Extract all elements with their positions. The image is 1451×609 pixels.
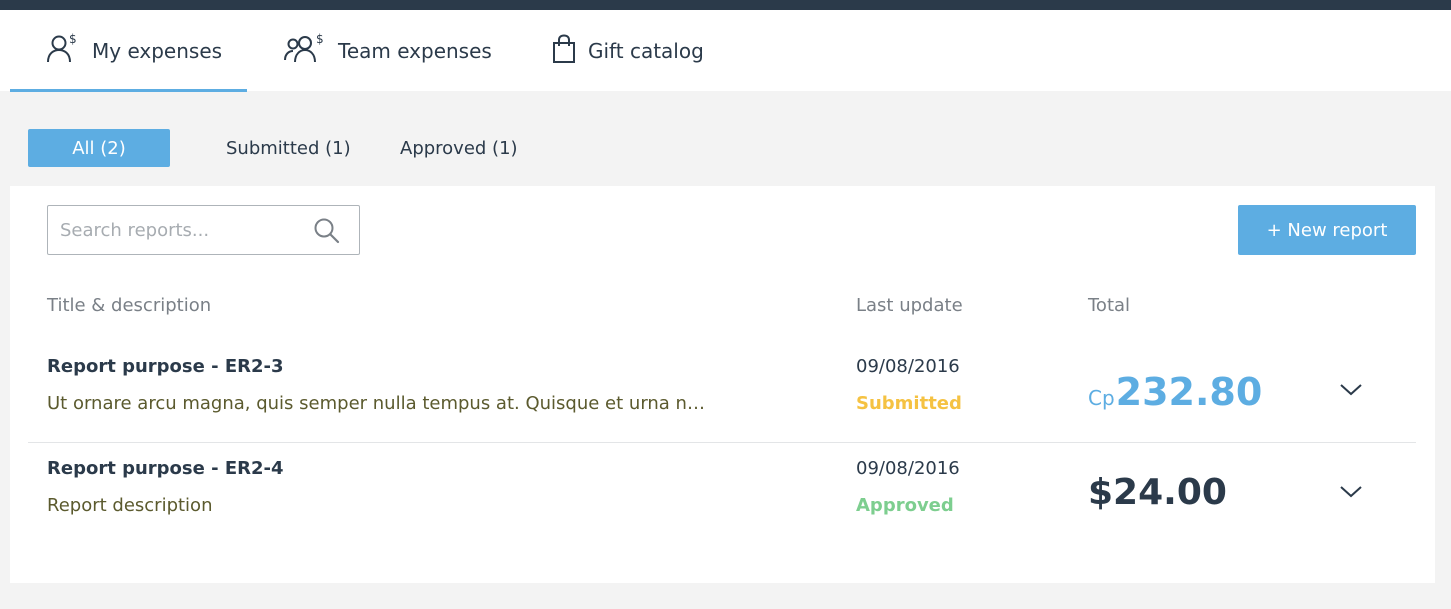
- shopping-bag-icon: [552, 33, 588, 69]
- tab-gift-catalog[interactable]: Gift catalog: [552, 10, 704, 92]
- chevron-down-icon[interactable]: [1339, 484, 1363, 503]
- report-total: $24.00: [1088, 472, 1227, 513]
- report-title: Report purpose - ER2-3: [47, 356, 284, 377]
- tab-team-expenses[interactable]: $ Team expenses: [284, 10, 492, 92]
- status-badge: Approved: [856, 495, 954, 516]
- svg-text:$: $: [69, 33, 77, 46]
- tab-label: My expenses: [92, 39, 223, 63]
- report-row[interactable]: Report purpose - ER2-3 Ut ornare arcu ma…: [28, 342, 1416, 443]
- report-date: 09/08/2016: [856, 458, 960, 479]
- status-filters: All (2) Submitted (1) Approved (1): [0, 129, 1451, 167]
- main-tabs: $ My expenses $ Team expenses Gift catal…: [0, 10, 1451, 92]
- status-badge: Submitted: [856, 393, 962, 414]
- tab-my-expenses[interactable]: $ My expenses: [10, 10, 247, 92]
- report-title: Report purpose - ER2-4: [47, 458, 284, 479]
- search-icon[interactable]: [313, 217, 341, 249]
- column-header-last-update: Last update: [856, 295, 963, 316]
- currency-symbol: Cp: [1088, 386, 1115, 410]
- report-date: 09/08/2016: [856, 356, 960, 377]
- report-row[interactable]: Report purpose - ER2-4 Report descriptio…: [28, 444, 1416, 545]
- search-box: [47, 205, 360, 255]
- new-report-button[interactable]: + New report: [1238, 205, 1416, 255]
- user-dollar-icon: $: [46, 32, 92, 70]
- report-total: Cp 232.80: [1088, 370, 1262, 414]
- total-amount: $24.00: [1088, 472, 1227, 513]
- top-bar: [0, 0, 1451, 10]
- users-dollar-icon: $: [284, 32, 338, 70]
- search-input[interactable]: [60, 206, 310, 254]
- tab-label: Team expenses: [338, 39, 492, 63]
- total-amount: 232.80: [1115, 370, 1263, 414]
- filter-submitted[interactable]: Submitted (1): [226, 129, 351, 167]
- column-header-title: Title & description: [47, 295, 212, 316]
- reports-panel: + New report Title & description Last up…: [10, 186, 1435, 583]
- column-header-total: Total: [1088, 295, 1131, 316]
- chevron-down-icon[interactable]: [1339, 382, 1363, 401]
- report-description: Ut ornare arcu magna, quis semper nulla …: [47, 393, 707, 414]
- svg-text:$: $: [316, 33, 324, 46]
- filter-all[interactable]: All (2): [28, 129, 170, 167]
- report-description: Report description: [47, 495, 213, 516]
- filter-approved[interactable]: Approved (1): [400, 129, 518, 167]
- tab-label: Gift catalog: [588, 39, 704, 63]
